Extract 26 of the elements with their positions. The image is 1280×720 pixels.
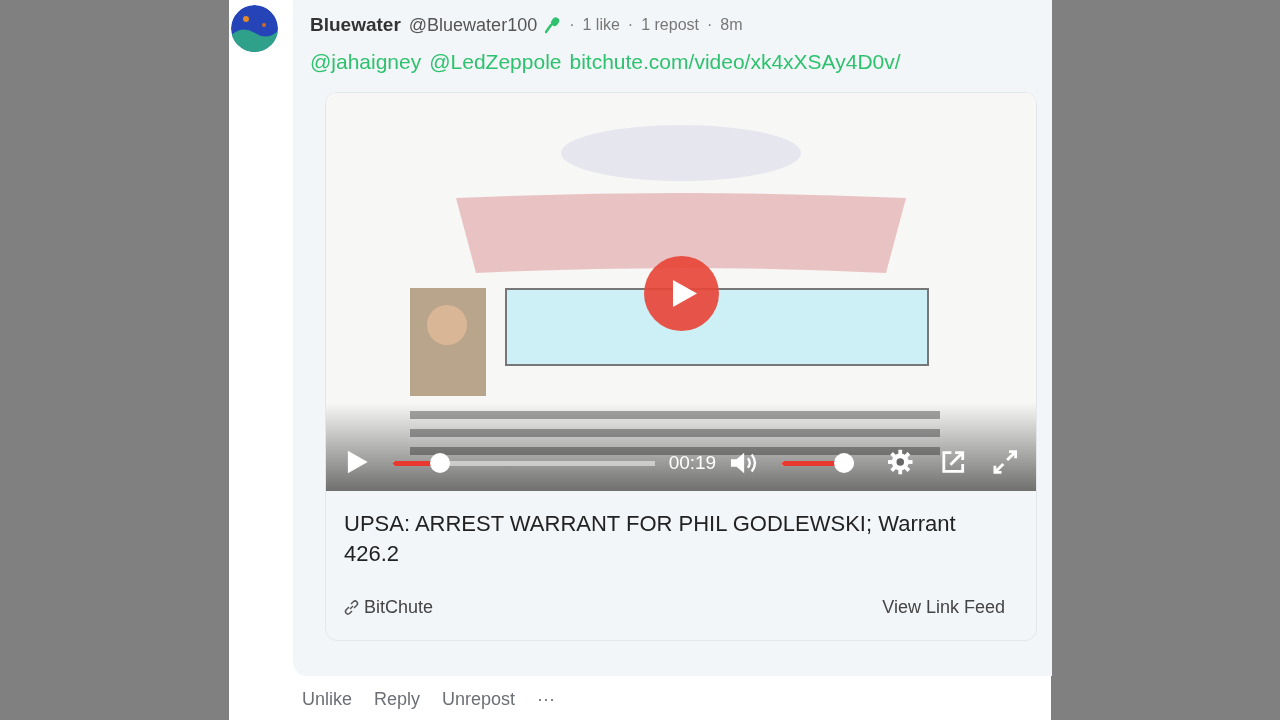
action-link[interactable]: Unrepost bbox=[442, 686, 516, 713]
play-icon[interactable] bbox=[346, 448, 369, 475]
link-title[interactable]: UPSA: ARREST WARRANT FOR PHIL GODLEWSKI; Warrant 426.2 bbox=[326, 490, 1036, 571]
post-stat: 1 like bbox=[582, 15, 620, 35]
avatar[interactable] bbox=[231, 5, 278, 52]
user-handle[interactable]: @Bluewater100 bbox=[408, 11, 538, 39]
view-link-feed-link[interactable]: View Link Feed bbox=[882, 594, 1005, 622]
post-stat: 8m bbox=[720, 15, 743, 35]
video-time: 00:19 bbox=[668, 452, 717, 472]
link-icon bbox=[343, 599, 360, 617]
action-link[interactable]: Unlike bbox=[302, 686, 353, 713]
separator-dot: · bbox=[627, 15, 634, 35]
action-link[interactable]: ··· bbox=[537, 686, 556, 713]
author-name[interactable]: Bluewater bbox=[310, 10, 401, 40]
microphone-icon bbox=[545, 16, 562, 34]
fullscreen-icon[interactable] bbox=[993, 448, 1018, 475]
separator-dot: · bbox=[569, 15, 575, 35]
volume-slider[interactable] bbox=[782, 452, 855, 473]
play-button[interactable] bbox=[644, 255, 719, 331]
action-link[interactable]: Reply bbox=[374, 686, 421, 713]
source-name: BitChute bbox=[364, 596, 434, 620]
post-stat: 1 repost bbox=[641, 15, 699, 35]
settings-icon[interactable] bbox=[888, 448, 913, 475]
volume-icon[interactable] bbox=[730, 450, 759, 475]
external-link-icon[interactable] bbox=[940, 448, 966, 475]
separator-dot: · bbox=[707, 15, 713, 35]
